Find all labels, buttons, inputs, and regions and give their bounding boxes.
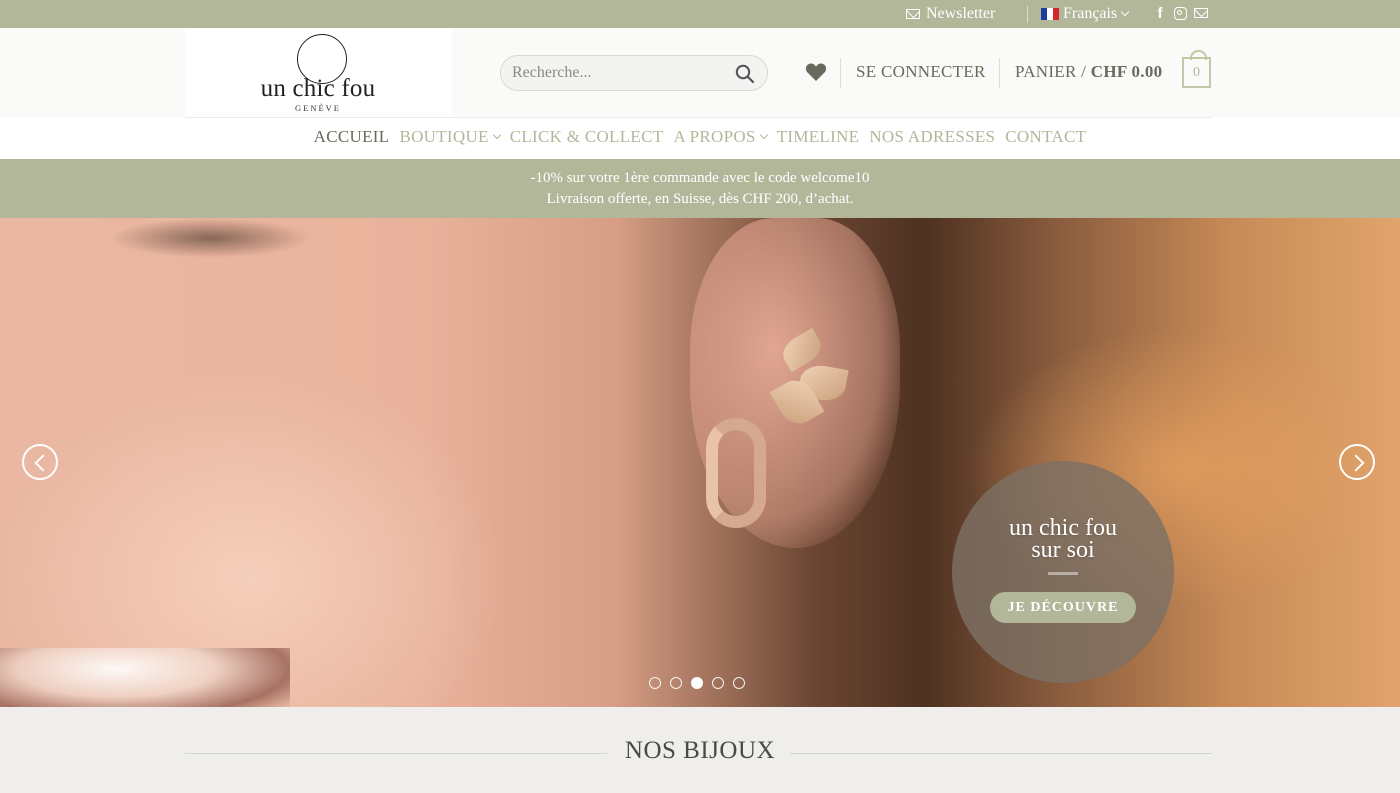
slider-dot-active[interactable]: [691, 677, 703, 689]
header-divider: [840, 58, 841, 88]
chevron-down-icon: [1120, 7, 1130, 17]
search-icon[interactable]: [735, 64, 755, 84]
slider-dot[interactable]: [670, 677, 682, 689]
chevron-down-icon: [492, 130, 501, 140]
newsletter-label: Newsletter: [926, 5, 996, 22]
hero-photo-detail: [110, 218, 310, 258]
hero-slider[interactable]: un chic fou sur soi JE DÉCOUVRE: [0, 218, 1400, 707]
nav-item-boutique[interactable]: BOUTIQUE: [399, 127, 501, 147]
logo-subtitle: GENÈVE: [295, 103, 341, 113]
hero-caption: un chic fou sur soi JE DÉCOUVRE: [952, 461, 1174, 683]
facebook-icon[interactable]: f: [1152, 5, 1168, 22]
cart-link[interactable]: PANIER / CHF 0.00: [1015, 62, 1162, 82]
slider-prev-icon[interactable]: [22, 444, 58, 480]
slider-dot[interactable]: [649, 677, 661, 689]
instagram-icon[interactable]: [1172, 5, 1188, 21]
slider-dot[interactable]: [712, 677, 724, 689]
france-flag-icon: [1041, 8, 1059, 20]
hero-title: un chic fou sur soi: [1009, 515, 1117, 563]
language-label: Français: [1063, 5, 1118, 22]
slider-dots: [649, 677, 745, 689]
wishlist-heart-icon[interactable]: [805, 62, 827, 82]
language-selector[interactable]: Français: [1041, 0, 1130, 28]
nav-item-accueil[interactable]: ACCUEIL: [314, 127, 390, 147]
header-divider: [999, 58, 1000, 88]
slider-next-icon[interactable]: [1339, 444, 1375, 480]
logo-text[interactable]: un chic fou: [250, 75, 386, 103]
discover-button[interactable]: JE DÉCOUVRE: [990, 592, 1136, 623]
hero-photo-detail: [0, 648, 290, 707]
login-link[interactable]: SE CONNECTER: [856, 62, 986, 82]
cart-total: CHF 0.00: [1090, 62, 1163, 81]
chevron-down-icon: [759, 130, 768, 140]
section-title: NOS BIJOUX: [624, 737, 776, 764]
cart-label: PANIER /: [1015, 62, 1087, 81]
earring-hoop: [706, 418, 766, 528]
jewelry-section: NOS BIJOUX: [0, 707, 1400, 793]
slider-dot[interactable]: [733, 677, 745, 689]
nav-item-a-propos[interactable]: A PROPOS: [673, 127, 768, 147]
nav-item-click-collect[interactable]: CLICK & COLLECT: [510, 127, 664, 147]
search-input[interactable]: [512, 62, 727, 84]
main-nav: ACCUEIL BOUTIQUE CLICK & COLLECT A PROPO…: [0, 117, 1400, 159]
topbar-divider: [1027, 6, 1028, 23]
section-line: [790, 753, 1212, 754]
envelope-icon: [906, 9, 920, 19]
hero-divider: [1048, 572, 1078, 575]
search-bar: [500, 55, 768, 91]
nav-item-nos-adresses[interactable]: NOS ADRESSES: [869, 127, 995, 147]
promo-line-shipping: Livraison offerte, en Suisse, dès CHF 20…: [546, 191, 854, 207]
cart-count-badge[interactable]: 0: [1182, 50, 1211, 88]
nav-item-timeline[interactable]: TIMELINE: [777, 127, 860, 147]
newsletter-link[interactable]: Newsletter: [906, 0, 995, 28]
promo-line-code: -10% sur votre 1ère commande avec le cod…: [530, 170, 870, 186]
nav-divider: [185, 117, 1212, 118]
promo-banner: -10% sur votre 1ère commande avec le cod…: [0, 159, 1400, 218]
email-icon[interactable]: [1193, 5, 1209, 21]
top-bar: Newsletter Français f: [0, 0, 1400, 28]
nav-item-contact[interactable]: CONTACT: [1005, 127, 1086, 147]
